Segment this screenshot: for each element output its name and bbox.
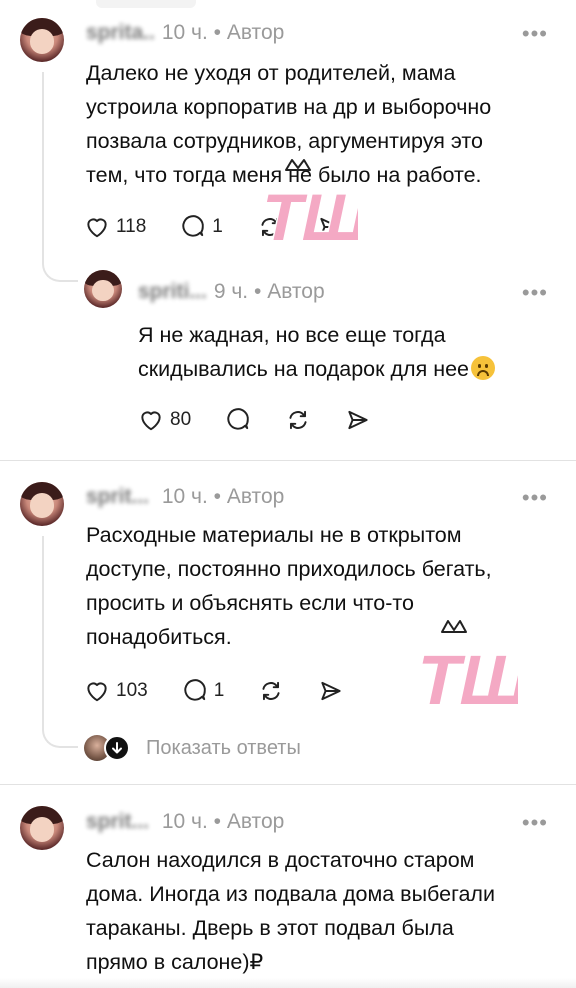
comment-line: доступе, постоянно приходилось бегать, <box>86 557 492 581</box>
comment-text: Я не жадная, но все еще тогда скидывалис… <box>138 318 558 386</box>
show-replies-label: Показать ответы <box>146 736 301 759</box>
share-button[interactable] <box>345 407 371 433</box>
comment-line: Далеко не уходя от родителей, мама <box>86 61 456 85</box>
heart-icon <box>141 411 161 431</box>
comment-line: Расходные материалы не в открытом <box>86 523 462 547</box>
thread-connector <box>42 72 78 282</box>
comment-line: Салон находился в достаточно старом <box>86 848 475 872</box>
timestamp: 10 ч. <box>161 21 208 44</box>
reply-button[interactable] <box>225 407 251 433</box>
comment-bubble-icon <box>184 679 206 701</box>
username[interactable]: sprit... <box>86 484 156 510</box>
post-divider <box>0 784 576 785</box>
author-badge: Автор <box>267 280 325 303</box>
timestamp: 10 ч. <box>161 810 208 833</box>
meta-separator: • <box>213 810 222 833</box>
comment-line: просить и объяснять если что-то <box>86 591 414 615</box>
repost-button[interactable] <box>285 407 311 433</box>
comment-meta: sprit... 10 ч. • Автор <box>86 484 284 510</box>
chevron-down-icon <box>104 735 130 761</box>
comment-line: тараканы. Дверь в этот подвал была <box>86 916 454 940</box>
like-button[interactable]: 103 <box>84 678 148 704</box>
svg-text:ТШ: ТШ <box>410 641 518 716</box>
more-options-icon[interactable]: ••• <box>522 812 548 834</box>
comment-actions: 80 <box>138 405 405 435</box>
comment-meta: sprita... 10 ч. • Автор <box>86 20 284 46</box>
comment-bubble-icon <box>227 408 249 430</box>
comment-line: устроила корпоратив на др и выборочно <box>86 95 492 119</box>
avatar[interactable] <box>20 18 64 62</box>
send-icon <box>321 681 341 701</box>
like-button[interactable]: 80 <box>138 407 191 433</box>
share-button[interactable] <box>318 678 344 704</box>
heart-icon <box>87 218 107 238</box>
reply-count: 1 <box>212 216 223 237</box>
watermark-logo: ТШ <box>253 159 358 252</box>
timestamp: 10 ч. <box>161 485 208 508</box>
svg-text:ТШ: ТШ <box>255 182 358 252</box>
timestamp: 9 ч. <box>213 280 249 303</box>
comment-line-with-emoji: скидывались на подарок для нее <box>138 352 558 386</box>
username[interactable]: sprita... <box>86 20 156 46</box>
avatar[interactable] <box>20 482 64 526</box>
next-post-edge <box>0 978 576 988</box>
reply-button[interactable]: 1 <box>182 678 225 704</box>
username[interactable]: spriti... <box>138 279 208 305</box>
reply-button[interactable]: 1 <box>180 214 223 240</box>
show-replies-button[interactable]: Показать ответы <box>84 735 301 761</box>
meta-separator: • <box>213 21 222 44</box>
send-icon <box>348 410 368 430</box>
more-options-icon[interactable]: ••• <box>522 282 548 304</box>
watermark-logo: ТШ <box>409 620 518 716</box>
sad-face-emoji <box>471 356 496 380</box>
username[interactable]: sprit... <box>86 809 156 835</box>
avatar[interactable] <box>84 270 122 308</box>
comment-meta: spriti... 9 ч. • Автор <box>138 279 325 305</box>
reply-count: 1 <box>213 680 225 701</box>
more-options-icon[interactable]: ••• <box>522 487 548 509</box>
author-badge: Автор <box>226 810 285 833</box>
comment-bubble-icon <box>182 215 205 237</box>
like-count: 80 <box>170 409 192 430</box>
comment-line: прямо в салоне)₽ <box>86 950 264 974</box>
comment-line: дома. Иногда из подвала дома выбегали <box>86 882 495 906</box>
comment-line: Я не жадная, но все еще тогда <box>138 323 446 347</box>
repost-icon <box>262 681 280 701</box>
author-badge: Автор <box>226 485 285 508</box>
post-divider <box>0 460 576 461</box>
thread-connector <box>42 536 78 748</box>
comment-text: Салон находился в достаточно старом дома… <box>86 843 556 979</box>
like-count: 103 <box>116 680 148 701</box>
like-button[interactable]: 118 <box>84 214 146 240</box>
meta-separator: • <box>213 485 222 508</box>
repost-icon <box>289 410 307 430</box>
repost-button[interactable] <box>258 678 284 704</box>
comment-line: позвала сотрудников, аргументируя это <box>86 129 483 153</box>
previous-post-edge <box>96 0 196 8</box>
comment-meta: sprit... 10 ч. • Автор <box>86 809 284 835</box>
like-count: 118 <box>116 216 147 237</box>
avatar[interactable] <box>20 806 64 850</box>
meta-separator: • <box>253 280 262 303</box>
more-options-icon[interactable]: ••• <box>522 23 548 45</box>
comment-line: скидывались на подарок для нее <box>138 357 470 381</box>
author-badge: Автор <box>226 21 285 44</box>
heart-icon <box>87 682 107 702</box>
comment-actions: 103 1 <box>84 676 378 706</box>
